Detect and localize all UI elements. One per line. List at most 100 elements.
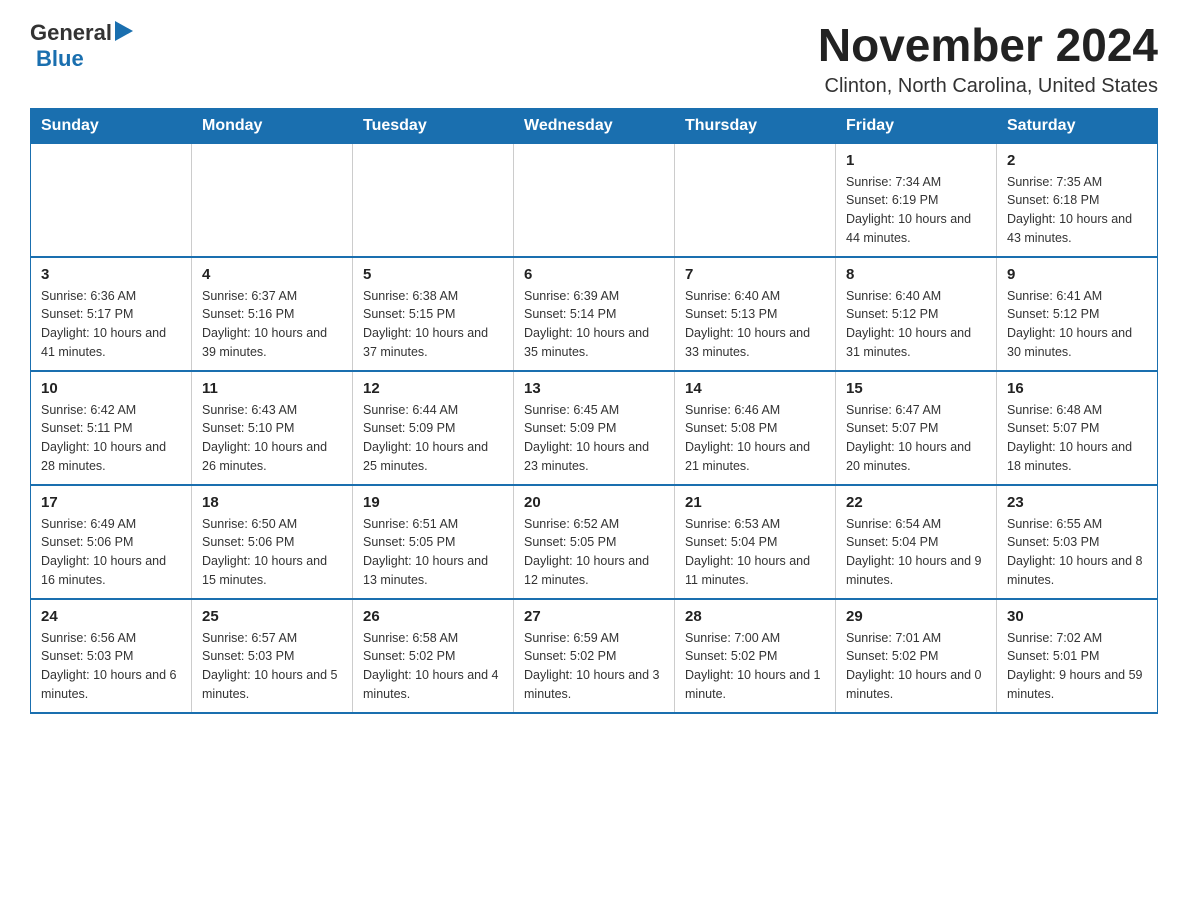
day-info: Sunrise: 6:50 AM Sunset: 5:06 PM Dayligh…	[202, 515, 342, 590]
calendar-cell-w3-d6: 15 Sunrise: 6:47 AM Sunset: 5:07 PM Dayli…	[836, 371, 997, 485]
day-info: Sunrise: 7:01 AM Sunset: 5:02 PM Dayligh…	[846, 629, 986, 704]
calendar-cell-w5-d7: 30 Sunrise: 7:02 AM Sunset: 5:01 PM Dayli…	[997, 599, 1158, 713]
day-info: Sunrise: 7:00 AM Sunset: 5:02 PM Dayligh…	[685, 629, 825, 704]
day-info: Sunrise: 6:42 AM Sunset: 5:11 PM Dayligh…	[41, 401, 181, 476]
day-number: 1	[846, 152, 986, 169]
calendar-cell-w5-d1: 24 Sunrise: 6:56 AM Sunset: 5:03 PM Dayli…	[31, 599, 192, 713]
day-info: Sunrise: 6:39 AM Sunset: 5:14 PM Dayligh…	[524, 287, 664, 362]
day-number: 18	[202, 494, 342, 511]
calendar-cell-w2-d2: 4 Sunrise: 6:37 AM Sunset: 5:16 PM Daylig…	[192, 257, 353, 371]
day-number: 7	[685, 266, 825, 283]
day-info: Sunrise: 6:37 AM Sunset: 5:16 PM Dayligh…	[202, 287, 342, 362]
calendar-cell-w1-d2	[192, 143, 353, 257]
header-monday: Monday	[192, 108, 353, 143]
day-info: Sunrise: 7:35 AM Sunset: 6:18 PM Dayligh…	[1007, 173, 1147, 248]
calendar-cell-w4-d3: 19 Sunrise: 6:51 AM Sunset: 5:05 PM Dayli…	[353, 485, 514, 599]
day-info: Sunrise: 6:44 AM Sunset: 5:09 PM Dayligh…	[363, 401, 503, 476]
calendar-cell-w3-d3: 12 Sunrise: 6:44 AM Sunset: 5:09 PM Dayli…	[353, 371, 514, 485]
calendar-cell-w2-d5: 7 Sunrise: 6:40 AM Sunset: 5:13 PM Daylig…	[675, 257, 836, 371]
calendar-cell-w5-d5: 28 Sunrise: 7:00 AM Sunset: 5:02 PM Dayli…	[675, 599, 836, 713]
day-number: 12	[363, 380, 503, 397]
day-info: Sunrise: 6:58 AM Sunset: 5:02 PM Dayligh…	[363, 629, 503, 704]
day-info: Sunrise: 6:51 AM Sunset: 5:05 PM Dayligh…	[363, 515, 503, 590]
calendar-cell-w2-d3: 5Sunrise: 6:38 AM Sunset: 5:15 PM Daylig…	[353, 257, 514, 371]
calendar-cell-w3-d7: 16 Sunrise: 6:48 AM Sunset: 5:07 PM Dayli…	[997, 371, 1158, 485]
calendar-cell-w1-d5	[675, 143, 836, 257]
header-thursday: Thursday	[675, 108, 836, 143]
day-number: 6	[524, 266, 664, 283]
day-info: Sunrise: 6:59 AM Sunset: 5:02 PM Dayligh…	[524, 629, 664, 704]
calendar-cell-w5-d6: 29 Sunrise: 7:01 AM Sunset: 5:02 PM Dayli…	[836, 599, 997, 713]
day-number: 29	[846, 608, 986, 625]
calendar-cell-w5-d4: 27 Sunrise: 6:59 AM Sunset: 5:02 PM Dayli…	[514, 599, 675, 713]
day-number: 10	[41, 380, 181, 397]
calendar-cell-w5-d2: 25Sunrise: 6:57 AM Sunset: 5:03 PM Dayli…	[192, 599, 353, 713]
day-info: Sunrise: 6:47 AM Sunset: 5:07 PM Dayligh…	[846, 401, 986, 476]
day-number: 3	[41, 266, 181, 283]
day-info: Sunrise: 6:41 AM Sunset: 5:12 PM Dayligh…	[1007, 287, 1147, 362]
day-number: 14	[685, 380, 825, 397]
day-number: 15	[846, 380, 986, 397]
day-info: Sunrise: 6:53 AM Sunset: 5:04 PM Dayligh…	[685, 515, 825, 590]
day-number: 16	[1007, 380, 1147, 397]
day-number: 22	[846, 494, 986, 511]
day-number: 23	[1007, 494, 1147, 511]
day-info: Sunrise: 7:02 AM Sunset: 5:01 PM Dayligh…	[1007, 629, 1147, 704]
day-number: 24	[41, 608, 181, 625]
calendar-cell-w1-d4	[514, 143, 675, 257]
day-info: Sunrise: 6:48 AM Sunset: 5:07 PM Dayligh…	[1007, 401, 1147, 476]
logo-blue-text: Blue	[36, 46, 84, 72]
logo-general-text: General	[30, 20, 112, 46]
logo-arrow-icon	[115, 21, 133, 41]
calendar-cell-w1-d3	[353, 143, 514, 257]
day-info: Sunrise: 6:40 AM Sunset: 5:12 PM Dayligh…	[846, 287, 986, 362]
header-tuesday: Tuesday	[353, 108, 514, 143]
title-area: November 2024 Clinton, North Carolina, U…	[818, 20, 1158, 98]
day-info: Sunrise: 6:46 AM Sunset: 5:08 PM Dayligh…	[685, 401, 825, 476]
day-number: 27	[524, 608, 664, 625]
day-number: 2	[1007, 152, 1147, 169]
calendar-cell-w5-d3: 26 Sunrise: 6:58 AM Sunset: 5:02 PM Dayli…	[353, 599, 514, 713]
calendar-header-row: Sunday Monday Tuesday Wednesday Thursday…	[31, 108, 1158, 143]
calendar-cell-w3-d1: 10 Sunrise: 6:42 AM Sunset: 5:11 PM Dayli…	[31, 371, 192, 485]
day-number: 11	[202, 380, 342, 397]
month-title: November 2024	[818, 20, 1158, 71]
calendar-cell-w2-d1: 3 Sunrise: 6:36 AM Sunset: 5:17 PM Daylig…	[31, 257, 192, 371]
calendar-table: Sunday Monday Tuesday Wednesday Thursday…	[30, 108, 1158, 714]
day-number: 4	[202, 266, 342, 283]
calendar-cell-w3-d4: 13Sunrise: 6:45 AM Sunset: 5:09 PM Dayli…	[514, 371, 675, 485]
day-info: Sunrise: 6:55 AM Sunset: 5:03 PM Dayligh…	[1007, 515, 1147, 590]
calendar-week-3: 10 Sunrise: 6:42 AM Sunset: 5:11 PM Dayli…	[31, 371, 1158, 485]
calendar-cell-w3-d2: 11 Sunrise: 6:43 AM Sunset: 5:10 PM Dayli…	[192, 371, 353, 485]
calendar-week-4: 17 Sunrise: 6:49 AM Sunset: 5:06 PM Dayli…	[31, 485, 1158, 599]
calendar-cell-w1-d7: 2 Sunrise: 7:35 AM Sunset: 6:18 PM Daylig…	[997, 143, 1158, 257]
day-info: Sunrise: 6:36 AM Sunset: 5:17 PM Dayligh…	[41, 287, 181, 362]
day-number: 17	[41, 494, 181, 511]
day-number: 20	[524, 494, 664, 511]
header-sunday: Sunday	[31, 108, 192, 143]
calendar-cell-w2-d4: 6 Sunrise: 6:39 AM Sunset: 5:14 PM Daylig…	[514, 257, 675, 371]
calendar-cell-w4-d7: 23 Sunrise: 6:55 AM Sunset: 5:03 PM Dayli…	[997, 485, 1158, 599]
calendar-cell-w1-d1	[31, 143, 192, 257]
location-subtitle: Clinton, North Carolina, United States	[818, 75, 1158, 98]
day-info: Sunrise: 6:49 AM Sunset: 5:06 PM Dayligh…	[41, 515, 181, 590]
calendar-cell-w2-d7: 9Sunrise: 6:41 AM Sunset: 5:12 PM Daylig…	[997, 257, 1158, 371]
day-info: Sunrise: 6:40 AM Sunset: 5:13 PM Dayligh…	[685, 287, 825, 362]
calendar-week-5: 24 Sunrise: 6:56 AM Sunset: 5:03 PM Dayli…	[31, 599, 1158, 713]
calendar-cell-w4-d1: 17 Sunrise: 6:49 AM Sunset: 5:06 PM Dayli…	[31, 485, 192, 599]
calendar-cell-w4-d6: 22Sunrise: 6:54 AM Sunset: 5:04 PM Dayli…	[836, 485, 997, 599]
day-info: Sunrise: 6:43 AM Sunset: 5:10 PM Dayligh…	[202, 401, 342, 476]
day-info: Sunrise: 6:38 AM Sunset: 5:15 PM Dayligh…	[363, 287, 503, 362]
calendar-cell-w4-d5: 21 Sunrise: 6:53 AM Sunset: 5:04 PM Dayli…	[675, 485, 836, 599]
day-number: 19	[363, 494, 503, 511]
day-number: 28	[685, 608, 825, 625]
day-number: 30	[1007, 608, 1147, 625]
calendar-cell-w2-d6: 8Sunrise: 6:40 AM Sunset: 5:12 PM Daylig…	[836, 257, 997, 371]
day-info: Sunrise: 6:57 AM Sunset: 5:03 PM Dayligh…	[202, 629, 342, 704]
day-info: Sunrise: 6:56 AM Sunset: 5:03 PM Dayligh…	[41, 629, 181, 704]
calendar-cell-w1-d6: 1Sunrise: 7:34 AM Sunset: 6:19 PM Daylig…	[836, 143, 997, 257]
calendar-cell-w4-d2: 18 Sunrise: 6:50 AM Sunset: 5:06 PM Dayli…	[192, 485, 353, 599]
day-info: Sunrise: 6:52 AM Sunset: 5:05 PM Dayligh…	[524, 515, 664, 590]
day-number: 26	[363, 608, 503, 625]
day-number: 21	[685, 494, 825, 511]
